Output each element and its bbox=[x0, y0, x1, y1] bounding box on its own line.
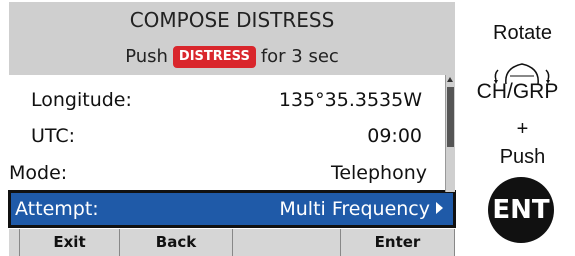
chevron-right-icon bbox=[436, 202, 443, 214]
radio-display: COMPOSE DISTRESS Push DISTRESS for 3 sec L… bbox=[8, 2, 456, 256]
longitude-value: 135°35.3535W bbox=[278, 89, 422, 111]
rotate-label: Rotate bbox=[493, 22, 552, 44]
plus-label: + bbox=[516, 118, 529, 140]
list-item-longitude[interactable]: Longitude: 135°35.3535W bbox=[23, 82, 440, 118]
utc-label: UTC: bbox=[31, 125, 76, 147]
instruction-post: for 3 sec bbox=[260, 46, 339, 67]
scroll-thumb[interactable] bbox=[447, 87, 454, 147]
mode-value: Telephony bbox=[330, 162, 427, 184]
push-label: Push bbox=[499, 146, 546, 168]
longitude-label: Longitude: bbox=[31, 89, 132, 111]
list-item-mode[interactable]: Mode: Telephony bbox=[9, 155, 455, 191]
screen-title: COMPOSE DISTRESS bbox=[9, 2, 455, 38]
softkey-bar: Exit Back Enter bbox=[9, 229, 455, 256]
enter-button[interactable]: Enter bbox=[340, 229, 455, 256]
blank-softkey[interactable] bbox=[232, 229, 340, 256]
distress-badge: DISTRESS bbox=[172, 46, 256, 68]
attempt-label: Attempt: bbox=[15, 198, 99, 220]
scroll-up-icon bbox=[447, 77, 453, 82]
instruction-pre: Push bbox=[125, 46, 168, 67]
mode-label: Mode: bbox=[9, 162, 68, 184]
exit-button[interactable]: Exit bbox=[19, 229, 119, 256]
distress-instruction: Push DISTRESS for 3 sec bbox=[9, 38, 455, 75]
attempt-value-wrap: Multi Frequency bbox=[279, 193, 443, 225]
scrollbar[interactable] bbox=[445, 75, 455, 192]
list-item-attempt-selected[interactable]: Attempt: Multi Frequency bbox=[8, 190, 456, 228]
ch-grp-label: CH/GRP bbox=[476, 80, 559, 103]
utc-value: 09:00 bbox=[367, 125, 422, 147]
back-button[interactable]: Back bbox=[119, 229, 232, 256]
attempt-value: Multi Frequency bbox=[279, 198, 430, 220]
list-item-utc[interactable]: UTC: 09:00 bbox=[23, 118, 440, 154]
ent-button[interactable]: ENT bbox=[488, 177, 554, 243]
